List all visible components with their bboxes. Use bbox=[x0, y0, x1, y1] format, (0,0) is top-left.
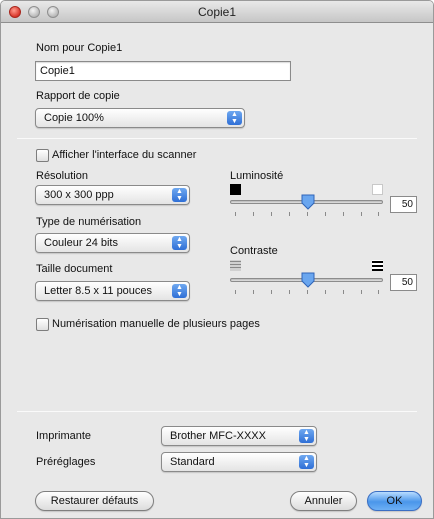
tick-mark bbox=[253, 212, 254, 216]
scan-type-label: Type de numérisation bbox=[36, 216, 142, 228]
copy-ratio-label: Rapport de copie bbox=[36, 90, 120, 102]
ok-button[interactable]: OK bbox=[367, 491, 422, 511]
doc-size-value: Letter 8.5 x 11 pouces bbox=[44, 285, 153, 297]
presets-popup[interactable]: Standard ▲ ▼ bbox=[161, 452, 317, 472]
contrast-label: Contraste bbox=[230, 245, 278, 257]
printer-value: Brother MFC-XXXX bbox=[170, 430, 266, 442]
separator bbox=[17, 138, 417, 139]
manual-multipage-checkbox[interactable] bbox=[36, 318, 49, 331]
tick-mark bbox=[235, 290, 236, 294]
scan-type-popup[interactable]: Couleur 24 bits ▲ ▼ bbox=[35, 233, 190, 253]
light-square-icon bbox=[372, 184, 383, 195]
contrast-value-field[interactable]: 50 bbox=[390, 274, 417, 291]
dialog-window: Copie1 Nom pour Copie1 Copie1 Rapport de… bbox=[0, 0, 434, 519]
title-bar: Copie1 bbox=[1, 1, 433, 23]
separator bbox=[17, 411, 417, 412]
popup-arrows-icon: ▲ ▼ bbox=[227, 111, 242, 125]
tick-mark bbox=[325, 212, 326, 216]
popup-arrows-icon: ▲ ▼ bbox=[299, 429, 314, 443]
popup-arrows-icon: ▲ ▼ bbox=[172, 188, 187, 202]
tick-mark bbox=[271, 290, 272, 294]
high-contrast-icon bbox=[372, 260, 383, 271]
tick-mark bbox=[378, 290, 379, 294]
scanner-interface-label: Afficher l'interface du scanner bbox=[52, 149, 197, 161]
presets-value: Standard bbox=[170, 456, 215, 468]
resolution-label: Résolution bbox=[36, 170, 88, 182]
doc-size-label: Taille document bbox=[36, 263, 113, 275]
tick-mark bbox=[235, 212, 236, 216]
tick-mark bbox=[289, 290, 290, 294]
name-input[interactable]: Copie1 bbox=[35, 61, 291, 81]
resolution-popup[interactable]: 300 x 300 ppp ▲ ▼ bbox=[35, 185, 190, 205]
tick-mark bbox=[325, 290, 326, 294]
tick-mark bbox=[307, 290, 308, 294]
tick-mark bbox=[343, 290, 344, 294]
low-contrast-icon bbox=[230, 260, 241, 271]
resolution-value: 300 x 300 ppp bbox=[44, 189, 114, 201]
tick-mark bbox=[361, 212, 362, 216]
brightness-label: Luminosité bbox=[230, 170, 284, 182]
scan-type-value: Couleur 24 bits bbox=[44, 237, 118, 249]
name-label: Nom pour Copie1 bbox=[36, 42, 123, 54]
popup-arrows-icon: ▲ ▼ bbox=[299, 455, 314, 469]
printer-label: Imprimante bbox=[36, 430, 92, 442]
tick-mark bbox=[307, 212, 308, 216]
printer-popup[interactable]: Brother MFC-XXXX ▲ ▼ bbox=[161, 426, 317, 446]
tick-mark bbox=[271, 212, 272, 216]
cancel-button[interactable]: Annuler bbox=[290, 491, 357, 511]
copy-ratio-popup[interactable]: Copie 100% ▲ ▼ bbox=[35, 108, 245, 128]
presets-label: Préréglages bbox=[36, 456, 96, 468]
dark-square-icon bbox=[230, 184, 241, 195]
tick-mark bbox=[253, 290, 254, 294]
brightness-slider-thumb[interactable] bbox=[301, 194, 315, 210]
tick-mark bbox=[361, 290, 362, 294]
doc-size-popup[interactable]: Letter 8.5 x 11 pouces ▲ ▼ bbox=[35, 281, 190, 301]
popup-arrows-icon: ▲ ▼ bbox=[172, 284, 187, 298]
popup-arrows-icon: ▲ ▼ bbox=[172, 236, 187, 250]
tick-mark bbox=[378, 212, 379, 216]
copy-ratio-value: Copie 100% bbox=[44, 112, 104, 124]
restore-defaults-button[interactable]: Restaurer défauts bbox=[35, 491, 154, 511]
manual-multipage-label: Numérisation manuelle de plusieurs pages bbox=[52, 318, 260, 330]
brightness-value-field[interactable]: 50 bbox=[390, 196, 417, 213]
tick-mark bbox=[289, 212, 290, 216]
tick-mark bbox=[343, 212, 344, 216]
contrast-slider-thumb[interactable] bbox=[301, 272, 315, 288]
scanner-interface-checkbox[interactable] bbox=[36, 149, 49, 162]
window-title: Copie1 bbox=[197, 5, 237, 19]
